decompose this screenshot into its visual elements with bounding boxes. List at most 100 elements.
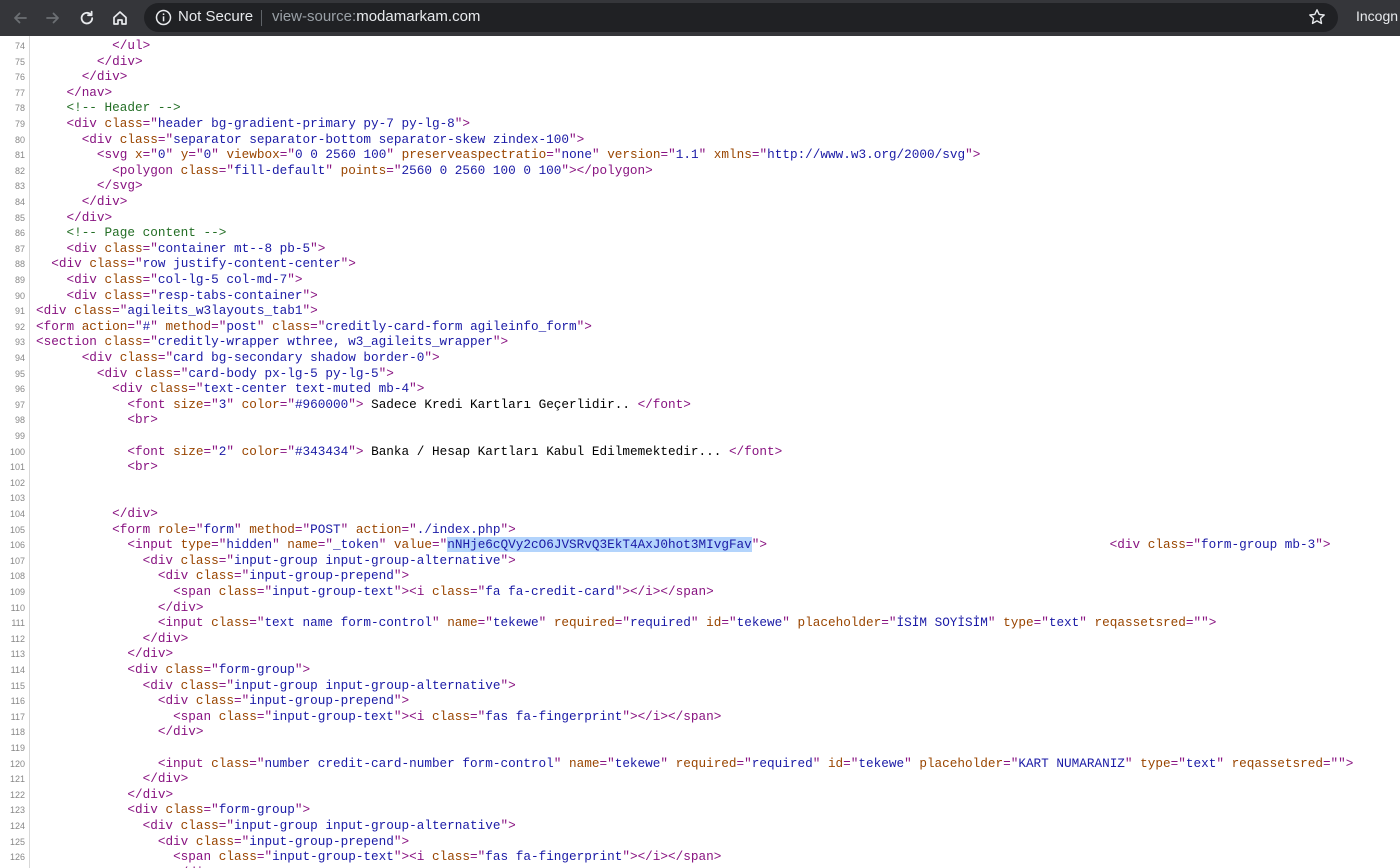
line-number: 81 — [14, 150, 25, 161]
tag-token: "> — [302, 303, 318, 319]
tag-token: =" — [203, 662, 219, 677]
value-token: form-group — [218, 662, 295, 677]
tag-token: "> — [393, 833, 410, 849]
tag-token: "> — [294, 802, 311, 818]
tag-token: =" — [157, 131, 174, 147]
tag-token: =" — [599, 755, 615, 771]
tag-token: " — [211, 147, 227, 163]
value-token: ./index.php — [416, 521, 501, 537]
line-code: <polygon class="fill-default" points="25… — [36, 163, 653, 178]
attribute-token: placeholder — [797, 615, 882, 631]
value-token: input-group-prepend — [249, 568, 394, 584]
line-number: 104 — [9, 509, 25, 519]
source-line: 102 — [0, 475, 1400, 490]
line-code: <div class="form-group"> — [36, 802, 310, 817]
value-token: input-group-prepend — [249, 833, 394, 849]
source-line: 107 <div class="input-group input-group-… — [0, 553, 1400, 568]
tag-token: =" — [249, 615, 265, 631]
tag-token: </ul> — [112, 38, 151, 53]
attribute-token: reqassetsred — [1231, 755, 1323, 771]
back-button[interactable] — [7, 5, 33, 31]
source-line: 90 <div class="resp-tabs-container"> — [0, 288, 1400, 303]
line-code: </ul> — [36, 38, 150, 53]
attribute-token: class — [195, 568, 234, 584]
value-token: container mt--8 pb-5 — [157, 240, 311, 256]
forward-button[interactable] — [40, 5, 66, 31]
line-number: 107 — [9, 555, 25, 566]
reload-button[interactable] — [74, 5, 100, 31]
tag-token: <font — [127, 396, 174, 412]
line-number: 122 — [9, 789, 25, 800]
line-code: <section class="creditly-wrapper wthree,… — [36, 334, 508, 349]
line-code: <div class="input-group-prepend"> — [36, 834, 409, 849]
tag-token: =" — [218, 818, 234, 833]
tag-token: =" — [142, 147, 158, 163]
tag-token: =" — [432, 537, 448, 553]
tag-token: =" — [401, 521, 417, 537]
tag-token: "> — [454, 116, 471, 131]
tag-token: <div — [142, 552, 181, 568]
tag-token: "> — [1315, 537, 1331, 553]
line-number-gutter-divider — [29, 36, 30, 868]
star-icon[interactable] — [1308, 8, 1326, 26]
attribute-token: size — [173, 443, 204, 459]
line-number: 88 — [14, 259, 25, 270]
attribute-token: xmlns — [713, 147, 752, 163]
tag-token: " — [553, 755, 569, 771]
address-bar[interactable]: Not Secure view-source:modamarkam.com — [144, 3, 1338, 32]
tag-token: "> — [569, 131, 585, 147]
source-line: 123 <div class="form-group"> — [0, 802, 1400, 817]
tag-token: </div> — [157, 599, 204, 615]
tag-token: =" — [1170, 755, 1186, 771]
browser-toolbar: Not Secure view-source:modamarkam.com In… — [0, 0, 1400, 36]
security-status[interactable]: Not Secure — [178, 8, 253, 25]
tag-token: "> — [393, 693, 410, 709]
url-text[interactable]: view-source:modamarkam.com — [272, 8, 480, 25]
source-line: 93 <section class="creditly-wrapper wthre… — [0, 334, 1400, 349]
source-line: 115 <div class="input-group input-group-… — [0, 678, 1400, 693]
source-line: 77 </nav> — [0, 85, 1400, 100]
omnibox-divider — [261, 10, 262, 26]
attribute-token: class — [104, 334, 143, 350]
source-line: 91 <div class="agileits_w3layouts_tab1"> — [0, 303, 1400, 318]
tag-token: =" — [157, 350, 174, 365]
tag-token: "><i — [393, 584, 432, 599]
tag-token: =" — [751, 147, 768, 163]
source-line: 95 <div class="card-body px-lg-5 py-lg-5… — [0, 366, 1400, 381]
attribute-token: class — [135, 365, 174, 381]
line-number: 79 — [14, 119, 25, 129]
line-number: 74 — [14, 41, 25, 51]
tag-token: </div> — [112, 506, 158, 521]
source-line: 110 </div> — [0, 600, 1400, 615]
tag-token: <input — [157, 615, 212, 631]
attribute-token: class — [218, 584, 257, 599]
incognito-label[interactable]: Incogn — [1356, 8, 1398, 24]
tag-token: <span — [173, 849, 219, 865]
tag-token: =" — [211, 537, 227, 553]
tag-token: </div> — [127, 786, 174, 802]
tag-token: =" — [218, 162, 234, 178]
line-code: <input class="number credit-card-number … — [36, 755, 1354, 771]
info-icon[interactable] — [155, 9, 172, 26]
attribute-token: class — [180, 677, 219, 693]
selected-token[interactable]: nNHje6cQVy2cO6JVSRvQ3EkT4AxJ0hot3MIvgFav — [447, 537, 752, 553]
source-line: 79 <div class="header bg-gradient-primar… — [0, 116, 1400, 131]
home-button[interactable] — [107, 5, 133, 31]
tag-token: =" — [736, 755, 752, 771]
tag-token: "></i></span> — [622, 849, 722, 865]
tag-token: =" — [142, 116, 158, 131]
tag-token: =" — [1033, 615, 1049, 631]
tag-token: " — [987, 615, 1004, 631]
line-code: </div> — [36, 646, 173, 661]
attribute-token: class — [104, 240, 143, 256]
tag-token: " — [1079, 615, 1095, 631]
value-token: separator separator-bottom separator-ske… — [173, 131, 569, 147]
attribute-token: class — [104, 272, 143, 287]
value-token: tekewe — [614, 755, 661, 771]
attribute-token: class — [218, 849, 257, 865]
tag-token: <div — [142, 818, 181, 833]
source-line: 119 — [0, 740, 1400, 755]
value-token: KART NUMARANIZ — [1018, 755, 1125, 771]
tag-token: "> — [393, 568, 410, 584]
tag-token: =""> — [1185, 615, 1217, 631]
